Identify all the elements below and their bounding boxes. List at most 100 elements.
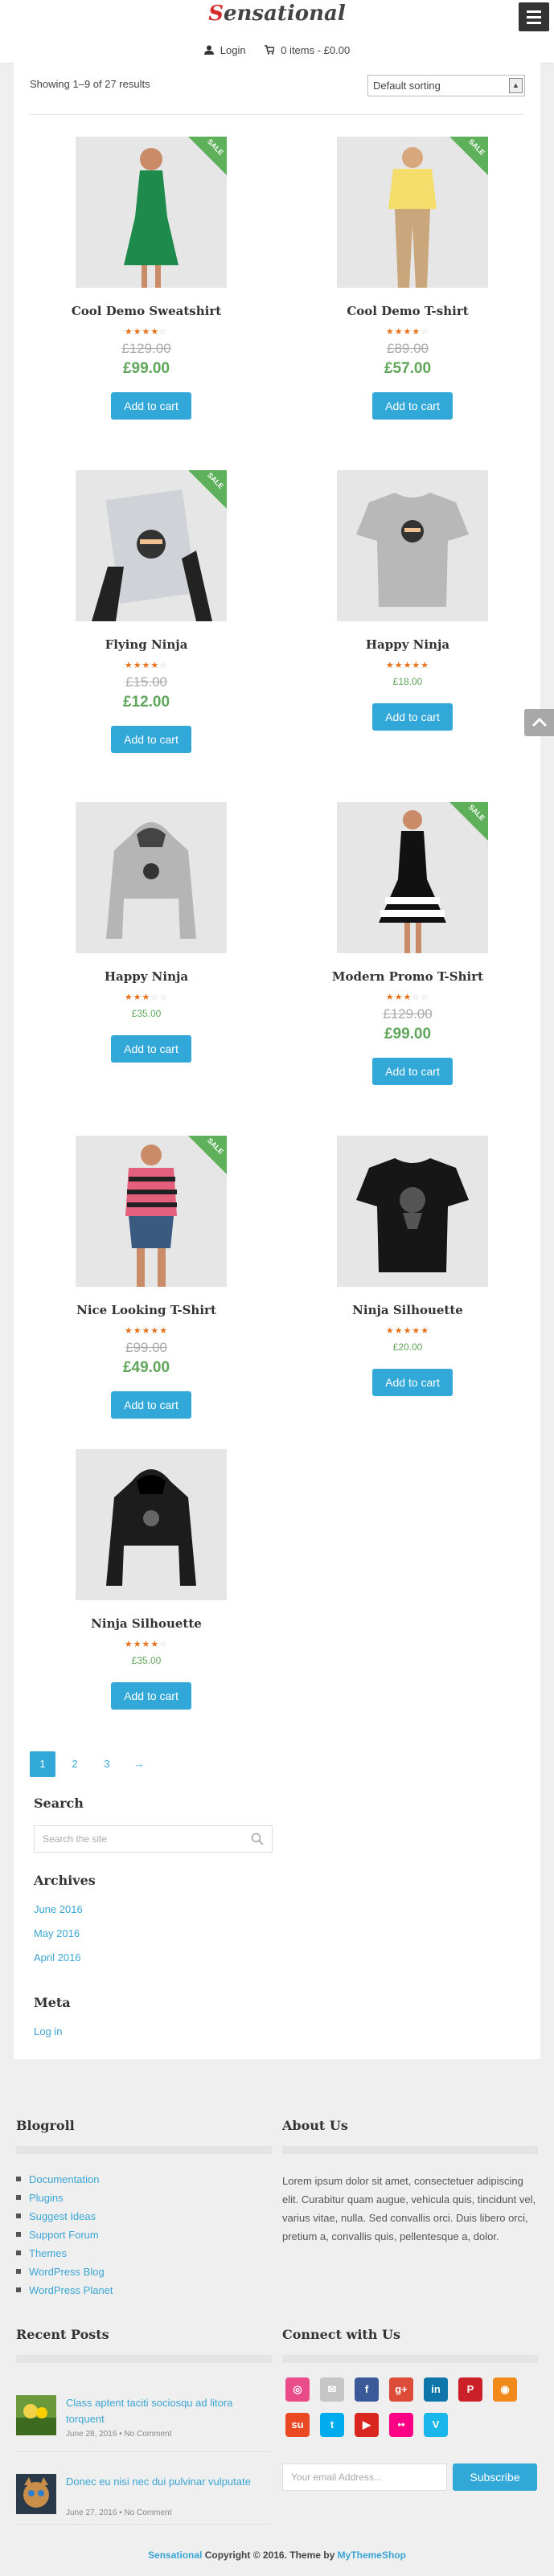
sale-price: £99.00 [122,360,170,377]
sale-price: £99.00 [384,1026,432,1042]
add-to-cart-button[interactable]: Add to cart [111,1682,191,1710]
product-title-link[interactable]: Happy Ninja [30,969,263,984]
product-title-link[interactable]: Nice Looking T-Shirt [30,1303,263,1317]
dribbble-icon[interactable]: ◎ [285,2377,310,2402]
sale-price: £12.00 [122,694,170,711]
recent-posts-title: Recent Posts [16,2327,109,2342]
archive-link[interactable]: April 2016 [34,1951,81,1964]
email-icon[interactable]: ✉ [320,2377,344,2402]
add-to-cart-button[interactable]: Add to cart [372,1058,453,1085]
product-title-link[interactable]: Flying Ninja [30,637,263,652]
page-2-link[interactable]: 2 [62,1751,88,1777]
price: £18.00 [392,676,423,687]
product-title-link[interactable]: Modern Promo T-Shirt [291,969,524,984]
price: £35.00 [131,1008,162,1019]
sort-select[interactable]: Default sorting ▲ [367,75,525,96]
sale-price: £57.00 [384,360,432,377]
scroll-to-top-button[interactable] [524,709,554,736]
recent-post: Donec eu nisi nec dui pulvinar vulputate… [16,2474,273,2530]
product-title-link[interactable]: Cool Demo Sweatshirt [30,304,263,318]
product-image[interactable]: SALE [337,137,488,288]
price: £20.00 [392,1341,423,1353]
twitter-icon[interactable]: t [320,2413,344,2437]
rss-icon[interactable]: ◉ [493,2377,517,2402]
cart-link[interactable]: 0 items - £0.00 [265,44,350,56]
product-title-link[interactable]: Cool Demo T-shirt [291,304,524,318]
page-3-link[interactable]: 3 [94,1751,120,1777]
add-to-cart-button[interactable]: Add to cart [372,1369,453,1396]
blogroll-link[interactable]: Themes [16,2247,67,2259]
star-rating: ★★★★★ [385,1326,430,1336]
about-text: Lorem ipsum dolor sit amet, consectetuer… [282,2175,536,2242]
author-link[interactable]: MyThemeShop [338,2549,406,2561]
blogroll-link[interactable]: Suggest Ideas [16,2210,96,2222]
vimeo-icon[interactable]: V [424,2413,448,2437]
post-thumbnail[interactable] [16,2395,56,2435]
add-to-cart-button[interactable]: Add to cart [372,392,453,420]
copyright: Sensational Copyright © 2016. Theme by M… [148,2549,406,2561]
product-image[interactable]: SALE [76,470,227,621]
search-icon[interactable] [251,1833,264,1845]
cart-icon [265,45,275,55]
product-image[interactable] [76,802,227,953]
login-meta-link[interactable]: Log in [34,2025,62,2037]
meta-widget-title: Meta [34,1995,71,2010]
blogroll-link[interactable]: Support Forum [16,2229,99,2241]
chevron-up-icon [531,717,548,727]
google-plus-icon[interactable]: g+ [389,2377,413,2402]
login-link[interactable]: Login [203,44,246,56]
star-rating: ★★★☆☆ [385,993,430,1002]
flickr-icon[interactable]: •• [389,2413,413,2437]
add-to-cart-button[interactable]: Add to cart [372,703,453,731]
stumbleupon-icon[interactable]: su [285,2413,310,2437]
subscribe-button[interactable]: Subscribe [453,2463,537,2491]
site-link[interactable]: Sensational [148,2549,202,2561]
archive-link[interactable]: June 2016 [34,1903,83,1915]
star-rating: ★★★★☆ [385,327,430,337]
shop-content: Showing 1–9 of 27 results Default sortin… [14,63,540,2059]
product-card: Ninja Silhouette ★★★★☆ £35.00 Add to cart [30,1449,263,1710]
archive-link[interactable]: May 2016 [34,1927,80,1939]
star-rating: ★★★★☆ [124,1640,169,1649]
price: £35.00 [131,1655,162,1666]
youtube-icon[interactable]: ▶ [355,2413,379,2437]
product-image[interactable] [76,1449,227,1600]
product-image[interactable]: SALE [76,137,227,288]
regular-price: £89.00 [387,341,429,356]
star-rating: ★★★★★ [385,661,430,670]
product-title-link[interactable]: Ninja Silhouette [30,1616,263,1631]
product-image[interactable] [337,470,488,621]
add-to-cart-button[interactable]: Add to cart [111,726,191,753]
linkedin-icon[interactable]: in [424,2377,448,2402]
product-image[interactable] [337,1136,488,1287]
blogroll-link[interactable]: WordPress Blog [16,2266,105,2278]
page-1-link[interactable]: 1 [30,1751,55,1777]
site-footer: Blogroll Documentation Plugins Suggest I… [0,2074,554,2576]
product-title-link[interactable]: Happy Ninja [291,637,524,652]
post-title-link[interactable]: Donec eu nisi nec dui pulvinar vulputate [66,2474,267,2490]
product-title-link[interactable]: Ninja Silhouette [291,1303,524,1317]
post-meta: June 28, 2016 • No Comment [66,2430,172,2439]
facebook-icon[interactable]: f [355,2377,379,2402]
product-image[interactable]: SALE [76,1136,227,1287]
search-input[interactable]: Search the site [34,1825,273,1853]
add-to-cart-button[interactable]: Add to cart [111,392,191,420]
star-rating: ★★★★☆ [124,661,169,670]
product-card: Happy Ninja ★★★★★ £18.00 Add to cart [291,470,524,731]
blogroll-link[interactable]: Plugins [16,2192,64,2204]
add-to-cart-button[interactable]: Add to cart [111,1391,191,1419]
post-title-link[interactable]: Class aptent taciti sociosqu ad litora t… [66,2395,267,2427]
blogroll-link[interactable]: Documentation [16,2173,99,2185]
pinterest-icon[interactable]: P [458,2377,482,2402]
post-thumbnail[interactable] [16,2474,56,2514]
next-page-link[interactable]: → [126,1751,152,1777]
chevron-down-icon: ▲ [509,78,523,93]
menu-toggle-button[interactable] [519,2,549,31]
product-image[interactable]: SALE [337,802,488,953]
newsletter-email-input[interactable]: Your email Address... [282,2463,447,2491]
archives-widget-title: Archives [34,1873,96,1888]
site-logo[interactable]: Sensational [0,2,554,26]
product-card: Happy Ninja ★★★☆☆ £35.00 Add to cart [30,802,263,1063]
add-to-cart-button[interactable]: Add to cart [111,1035,191,1063]
blogroll-link[interactable]: WordPress Planet [16,2284,113,2296]
